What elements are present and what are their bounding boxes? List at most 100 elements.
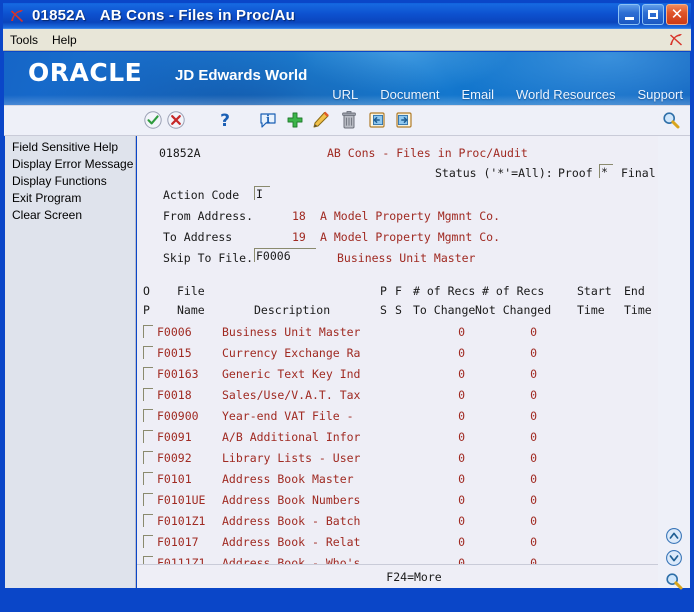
row-file-name: F0101UE: [157, 493, 206, 507]
final-label: Final: [621, 166, 656, 180]
page-down-icon[interactable]: [664, 548, 684, 568]
row-option-input[interactable]: [143, 388, 153, 401]
product-name: JD Edwards World: [175, 67, 308, 84]
delete-icon[interactable]: [339, 110, 359, 130]
search-icon[interactable]: [664, 571, 684, 591]
function-keys-text: F24=More: [386, 570, 442, 584]
row-file-name: F00163: [157, 367, 199, 381]
ok-icon[interactable]: [143, 110, 163, 130]
row-description: Year-end VAT File -: [222, 409, 354, 423]
sidebar-item-exit-program[interactable]: Exit Program: [5, 190, 135, 207]
table-row[interactable]: F0101UE Address Book Numbers 0 0: [137, 490, 691, 511]
row-description: Address Book - Batch: [222, 514, 361, 528]
table-row[interactable]: F0006 Business Unit Master 0 0: [137, 322, 691, 343]
row-description: Generic Text Key Ind: [222, 367, 361, 381]
previous-icon[interactable]: [367, 110, 387, 130]
window-title: 01852A AB Cons - Files in Proc/Au: [32, 7, 295, 24]
maximize-button[interactable]: [642, 4, 664, 25]
minimize-button[interactable]: [618, 4, 640, 25]
next-icon[interactable]: [394, 110, 414, 130]
row-recs-to-change: 0: [458, 325, 465, 339]
row-file-name: F0006: [157, 325, 192, 339]
banner-link-world-resources[interactable]: World Resources: [516, 87, 615, 102]
from-address-description: A Model Property Mgmnt Co.: [320, 209, 501, 223]
row-file-name: F0101Z1: [157, 514, 206, 528]
sidebar-item-field-sensitive-help[interactable]: Field Sensitive Help: [5, 139, 135, 156]
row-recs-not-changed: 0: [530, 409, 537, 423]
table-row[interactable]: F0101 Address Book Master 0 0: [137, 469, 691, 490]
window-program-id: 01852A: [32, 7, 86, 24]
screen-footer: F24=More: [137, 564, 691, 588]
window-controls: ✕: [618, 4, 688, 25]
toolbar-divider: [3, 105, 691, 106]
application-window: 01852A AB Cons - Files in Proc/Au ✕ Tools…: [0, 0, 694, 612]
table-row[interactable]: F01017 Address Book - Relat 0 0: [137, 532, 691, 553]
row-option-input[interactable]: [143, 325, 153, 338]
edit-icon[interactable]: [311, 110, 331, 130]
proof-input[interactable]: [599, 164, 613, 178]
table-row[interactable]: F0015 Currency Exchange Ra 0 0: [137, 343, 691, 364]
skip-to-file-input[interactable]: [254, 248, 316, 262]
row-file-name: F0015: [157, 346, 192, 360]
col-header-fs-2: S: [395, 303, 402, 317]
oracle-brand: ORACLE: [28, 58, 143, 87]
help-icon[interactable]: ?: [215, 110, 235, 130]
row-recs-not-changed: 0: [530, 535, 537, 549]
row-recs-not-changed: 0: [530, 367, 537, 381]
skip-to-file-description: Business Unit Master: [337, 251, 476, 265]
row-option-input[interactable]: [143, 409, 153, 422]
sidebar-list: Field Sensitive Help Display Error Messa…: [5, 136, 135, 224]
row-file-name: F01017: [157, 535, 199, 549]
col-header-recs-not-changed-1: # of Recs: [482, 284, 545, 298]
row-option-input[interactable]: [143, 451, 153, 464]
cancel-icon[interactable]: [166, 110, 186, 130]
sidebar-item-clear-screen[interactable]: Clear Screen: [5, 207, 135, 224]
close-button[interactable]: ✕: [666, 4, 688, 25]
row-option-input[interactable]: [143, 493, 153, 506]
row-recs-not-changed: 0: [530, 388, 537, 402]
row-recs-not-changed: 0: [530, 493, 537, 507]
maximize-icon: [648, 10, 658, 19]
row-file-name: F0091: [157, 430, 192, 444]
table-row[interactable]: F00163 Generic Text Key Ind 0 0: [137, 364, 691, 385]
search-icon[interactable]: [661, 110, 681, 130]
table-row[interactable]: F0092 Library Lists - User 0 0: [137, 448, 691, 469]
table-row[interactable]: F0018 Sales/Use/V.A.T. Tax 0 0: [137, 385, 691, 406]
jde-logo-icon: [667, 31, 685, 48]
row-recs-to-change: 0: [458, 535, 465, 549]
row-file-name: F0101: [157, 472, 192, 486]
row-option-input[interactable]: [143, 514, 153, 527]
row-recs-to-change: 0: [458, 472, 465, 486]
row-description: Sales/Use/V.A.T. Tax: [222, 388, 361, 402]
action-code-input[interactable]: [254, 186, 270, 200]
oracle-banner: ORACLE JD Edwards World URL Document Ema…: [3, 51, 691, 105]
page-up-icon[interactable]: [664, 526, 684, 546]
col-header-opt-1: O: [143, 284, 150, 298]
sidebar-item-display-functions[interactable]: Display Functions: [5, 173, 135, 190]
banner-link-document[interactable]: Document: [380, 87, 439, 102]
col-header-start-time: Time: [577, 303, 605, 317]
table-row[interactable]: F00900 Year-end VAT File - 0 0: [137, 406, 691, 427]
row-recs-to-change: 0: [458, 367, 465, 381]
row-description: Library Lists - User: [222, 451, 361, 465]
col-header-recs-not-changed-2: Not Changed: [475, 303, 552, 317]
row-option-input[interactable]: [143, 535, 153, 548]
col-header-fs-1: F: [395, 284, 402, 298]
banner-link-url[interactable]: URL: [332, 87, 358, 102]
row-recs-to-change: 0: [458, 346, 465, 360]
table-row[interactable]: F0091 A/B Additional Infor 0 0: [137, 427, 691, 448]
row-option-input[interactable]: [143, 367, 153, 380]
add-icon[interactable]: [285, 110, 305, 130]
row-recs-to-change: 0: [458, 451, 465, 465]
row-option-input[interactable]: [143, 346, 153, 359]
banner-link-support[interactable]: Support: [637, 87, 683, 102]
info-icon[interactable]: i: [258, 110, 278, 130]
table-row[interactable]: F0101Z1 Address Book - Batch 0 0: [137, 511, 691, 532]
row-option-input[interactable]: [143, 472, 153, 485]
menu-item-tools[interactable]: Tools: [3, 31, 45, 49]
banner-link-email[interactable]: Email: [461, 87, 494, 102]
row-option-input[interactable]: [143, 430, 153, 443]
sidebar-item-display-error-message[interactable]: Display Error Message: [5, 156, 135, 173]
menu-item-help[interactable]: Help: [45, 31, 84, 49]
right-rail: [658, 136, 691, 591]
